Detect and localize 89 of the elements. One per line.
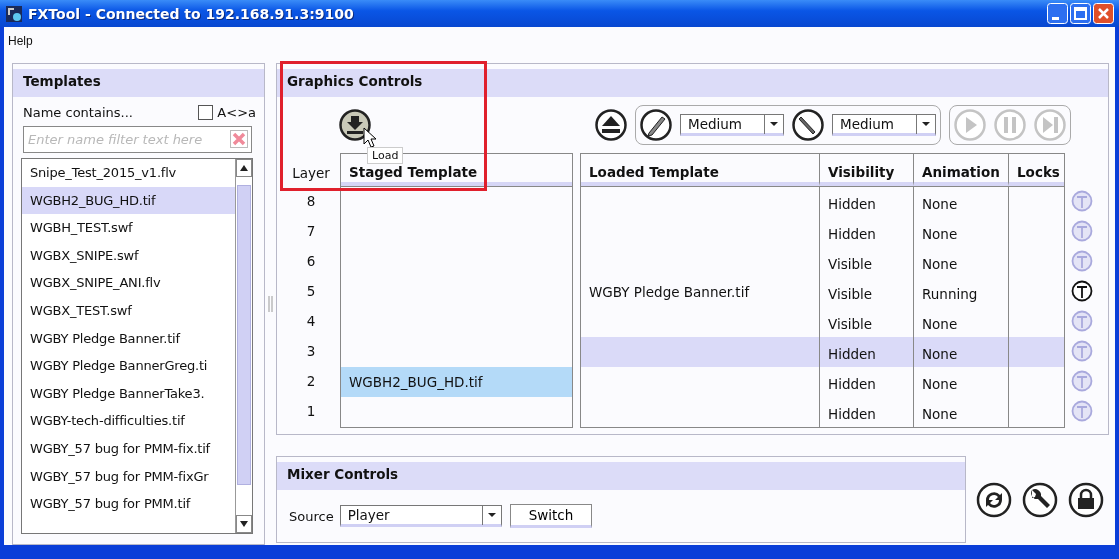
loaded-row[interactable]: Visible None [581, 247, 1064, 277]
source-dropdown[interactable]: Player [339, 505, 502, 527]
table-cell: None [922, 346, 958, 362]
window-title: FXTool - Connected to 192.168.91.3:9100 [28, 5, 355, 22]
loaded-row[interactable]: Hidden None [581, 337, 1064, 367]
close-button[interactable] [1093, 3, 1114, 25]
template-item[interactable]: Snipe_Test_2015_v1.flv [22, 159, 235, 187]
template-item[interactable]: WGBY Pledge Banner.tif [22, 324, 235, 353]
download-button-icon[interactable] [339, 109, 371, 141]
maximize-button[interactable] [1070, 3, 1091, 25]
table-cell: Hidden [828, 196, 876, 212]
table-cell: Visible [828, 286, 873, 302]
panel-header: Templates [13, 69, 264, 97]
layer-number: 4 [305, 312, 317, 331]
staged-row[interactable]: WGBH2_BUG_HD.tif [341, 367, 572, 397]
template-item[interactable]: WGBY_57 bug for PMM-fixGr [22, 462, 235, 491]
table-cell: Hidden [828, 226, 876, 242]
table-cell: Hidden [828, 346, 876, 362]
wrench-icon[interactable] [1022, 481, 1058, 518]
loaded-row[interactable]: Hidden None [581, 217, 1064, 247]
pencil-icon[interactable] [640, 109, 672, 141]
layer-number: 1 [305, 402, 317, 421]
loaded-row[interactable]: Hidden None [581, 187, 1064, 217]
mouse-pointer-icon [363, 127, 377, 149]
minimize-button[interactable] [1047, 3, 1068, 25]
table-cell: Hidden [828, 406, 876, 422]
layer-number: 6 [305, 252, 317, 271]
layer-number: 2 [305, 372, 317, 391]
table-cell: Visible [828, 256, 873, 272]
lock-toggle-icon[interactable] [1071, 340, 1093, 362]
speed-dropdown[interactable]: Medium [832, 114, 936, 136]
template-item[interactable]: WGBY_57 bug for PMM-fix.tif [22, 434, 235, 463]
checkbox-label: A<>a [217, 104, 256, 120]
template-item[interactable]: WGBY Pledge BannerGreg.ti [22, 352, 235, 380]
lock-toggle-icon[interactable] [1071, 310, 1093, 332]
template-item[interactable]: WGBY_57 bug for PMM.tif [22, 490, 235, 518]
table-cell: WGBH2_BUG_HD.tif [349, 374, 483, 390]
template-item[interactable]: WGBH_TEST.swf [22, 214, 235, 242]
filter-label: Name contains... [23, 104, 133, 120]
source-label: Source [289, 508, 334, 524]
lock-toggle-icon[interactable] [1071, 190, 1093, 212]
column-header: Locks [1008, 154, 1064, 186]
layer-number: 8 [305, 192, 317, 211]
filter-field[interactable]: Enter name filter text here [23, 126, 252, 153]
column-header: Animation [913, 154, 1008, 186]
case-checkbox[interactable] [198, 104, 214, 120]
column-header: Visibility [819, 154, 913, 186]
loaded-row[interactable]: WGBY Pledge Banner.tif Visible Running [581, 277, 1064, 307]
splitter-grip[interactable] [268, 296, 273, 312]
eject-icon[interactable] [595, 109, 627, 141]
panel-header: Graphics Controls [277, 69, 1108, 97]
lock-toggle-icon[interactable] [1071, 220, 1093, 242]
template-item[interactable]: WGBX_SNIPE_ANI.flv [22, 269, 235, 297]
table-cell: None [922, 376, 958, 392]
table-cell: Visible [828, 316, 873, 332]
scroll-thumb[interactable] [237, 185, 251, 485]
table-cell: None [922, 196, 958, 212]
loaded-row[interactable]: Hidden None [581, 397, 1064, 427]
loaded-row[interactable]: Hidden None [581, 367, 1064, 397]
layer-number: 3 [305, 342, 317, 361]
menu-item[interactable]: Help [8, 33, 33, 48]
app-icon [5, 4, 23, 23]
lock-toggle-icon[interactable] [1071, 370, 1093, 392]
layer-number: 5 [305, 282, 317, 301]
table-cell: None [922, 406, 958, 422]
column-header: Loaded Template [581, 154, 819, 186]
lock-toggle-icon[interactable] [1071, 400, 1093, 422]
column-header: Layer [291, 164, 331, 183]
lock-toggle-icon[interactable] [1071, 250, 1093, 272]
table-cell: Hidden [828, 376, 876, 392]
panel-header: Mixer Controls [277, 462, 965, 490]
table-cell: WGBY Pledge Banner.tif [589, 284, 750, 300]
speed-dropdown[interactable]: Medium [680, 114, 784, 136]
switch-button[interactable]: Switch [509, 504, 593, 528]
knife-icon[interactable] [792, 109, 824, 141]
table-cell: None [922, 226, 958, 242]
template-item[interactable]: WGBY-tech-difficulties.tif [22, 407, 235, 435]
template-item[interactable]: WGBX_TEST.swf [22, 296, 235, 325]
layer-number: 7 [305, 222, 317, 241]
template-item[interactable]: WGBX_SNIPE.swf [22, 241, 235, 270]
template-item[interactable]: WGBY Pledge BannerTake3. [22, 379, 235, 408]
template-item[interactable]: WGBH2_BUG_HD.tif [22, 186, 235, 215]
table-cell: None [922, 316, 958, 332]
table-cell: Running [922, 286, 978, 302]
lock-toggle-icon[interactable] [1071, 280, 1093, 302]
table-cell: None [922, 256, 958, 272]
tooltip: Load [367, 147, 404, 164]
lock-icon[interactable] [1068, 481, 1104, 518]
refresh-icon[interactable] [976, 481, 1012, 518]
